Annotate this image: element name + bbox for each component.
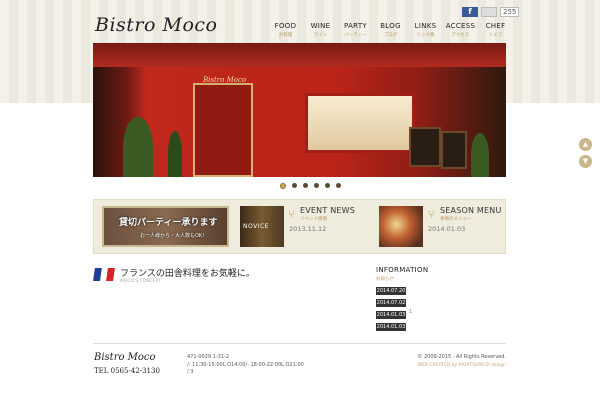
footer-tel: TEL 0565-42-3130 <box>94 367 160 375</box>
season-menu-date[interactable]: 2014.01.03 <box>428 225 465 233</box>
footer-address-line: 471-0029 1-31-2 <box>187 354 229 360</box>
chevron-up-icon: ▲ <box>582 140 589 148</box>
nav-item-links[interactable]: LINKS リンク集 <box>408 22 443 38</box>
nav-sublabel: お料理 <box>278 33 293 38</box>
fork-knife-icon: ⑂ <box>428 208 435 221</box>
nav-sublabel: パーティー <box>344 33 367 38</box>
slide-dot[interactable] <box>314 183 319 188</box>
nav-label: ACCESS <box>445 22 476 30</box>
nav-label: BLOG <box>380 22 401 30</box>
novice-banner[interactable]: NOVICE <box>240 206 284 247</box>
hero-menu-board <box>409 127 441 167</box>
information-list: 2014.07.20 2014.07.02 2014.01.03 2014.01… <box>376 287 406 335</box>
like-button[interactable] <box>481 7 497 17</box>
hero-door <box>193 83 253 177</box>
nav-item-blog[interactable]: BLOG ブログ <box>373 22 408 38</box>
hero-awning <box>93 43 506 67</box>
hero-menu-board <box>441 131 467 169</box>
information-subtitle: お知らせ <box>376 277 394 282</box>
nav-sublabel: リンク集 <box>416 33 435 38</box>
slide-dot[interactable] <box>280 183 286 189</box>
scroll-up-button[interactable]: ▲ <box>579 138 592 151</box>
hero-plant <box>168 131 182 177</box>
season-menu-sub: 季節のメニュー <box>440 217 472 222</box>
nav-label: LINKS <box>414 22 437 30</box>
footer-hours-line: /- 11:30-15:00L.O14:00/- 18:00-22:00L.O2… <box>187 361 304 368</box>
site-logo[interactable]: Bistro Moco <box>95 14 217 36</box>
nav-item-wine[interactable]: WINE ワイン <box>303 22 338 38</box>
information-mark: 1 <box>409 309 413 315</box>
nav-label: PARTY <box>344 22 367 30</box>
party-banner[interactable]: 貸切パーティー承ります お一人様から・大人数もOK！ <box>102 206 229 247</box>
slide-dot[interactable] <box>303 183 308 188</box>
footer-address: 471-0029 1-31-2 /- 11:30-15:00L.O14:00/-… <box>187 354 304 377</box>
hero-slideshow-image[interactable]: Bistro Moco <box>93 43 506 177</box>
facebook-icon[interactable]: f <box>462 7 478 17</box>
nav-label: WINE <box>310 22 331 30</box>
party-banner-sub: お一人様から・大人数もOK！ <box>140 233 208 239</box>
nav-sublabel: ワイン <box>313 33 328 38</box>
chevron-down-icon: ▼ <box>582 157 589 165</box>
hero-shop-sign: Bistro Moco <box>203 76 247 84</box>
fork-knife-icon: ⑂ <box>288 208 295 221</box>
footer-logo: Bistro Moco <box>94 352 156 363</box>
season-menu-image[interactable] <box>379 206 423 247</box>
novice-banner-label: NOVICE <box>243 223 269 230</box>
hero-plant <box>471 133 489 177</box>
nav-item-food[interactable]: FOOD お料理 <box>268 22 303 38</box>
event-news-date[interactable]: 2013.11.12 <box>289 225 326 233</box>
event-news-sub: イベント情報 <box>300 217 327 222</box>
like-count: 255 <box>500 7 520 17</box>
slide-dot[interactable] <box>325 183 330 188</box>
nav-item-party[interactable]: PARTY パーティー <box>338 22 373 38</box>
party-banner-title: 貸切パーティー承ります <box>119 218 218 228</box>
slideshow-pager <box>280 183 341 189</box>
information-item[interactable]: 2014.01.03 <box>376 311 406 319</box>
nav-sublabel: ブログ <box>383 33 398 38</box>
concept-title: フランスの田舎料理をお気軽に。 <box>120 269 255 279</box>
footer-credit-link[interactable]: WEB CREATED by KAYATSUMUSI design <box>410 363 506 368</box>
nav-item-chef[interactable]: CHEF シェフ <box>478 22 513 38</box>
main-nav: FOOD お料理 WINE ワイン PARTY パーティー BLOG ブログ L… <box>268 22 513 38</box>
information-item[interactable]: 2014.01.03 <box>376 323 406 331</box>
slide-dot[interactable] <box>336 183 341 188</box>
hero-plant <box>123 117 153 177</box>
footer-holiday-line: / 3 <box>187 369 194 375</box>
nav-label: CHEF <box>485 22 506 30</box>
season-menu-title[interactable]: SEASON MENU <box>440 206 502 215</box>
nav-label: FOOD <box>274 22 297 30</box>
french-flag-icon <box>93 268 115 281</box>
information-item[interactable]: 2014.07.02 <box>376 299 406 307</box>
concept-subtitle: MOCO'S CONCEPT <box>120 279 162 284</box>
scroll-down-button[interactable]: ▼ <box>579 155 592 168</box>
hero-window <box>305 93 415 153</box>
nav-sublabel: アクセス <box>451 33 470 38</box>
social-buttons: f 255 <box>462 7 520 17</box>
footer-divider <box>93 343 506 344</box>
nav-sublabel: シェフ <box>488 33 503 38</box>
information-title: INFORMATION <box>376 266 429 274</box>
event-news-title[interactable]: EVENT NEWS <box>300 206 355 215</box>
nav-item-access[interactable]: ACCESS アクセス <box>443 22 478 38</box>
banner-row: 貸切パーティー承ります お一人様から・大人数もOK！ NOVICE ⑂ EVEN… <box>93 199 506 254</box>
information-item[interactable]: 2014.07.20 <box>376 287 406 295</box>
footer-copyright: © 2009-2015 . All Rights Reserved. <box>417 354 506 360</box>
slide-dot[interactable] <box>292 183 297 188</box>
